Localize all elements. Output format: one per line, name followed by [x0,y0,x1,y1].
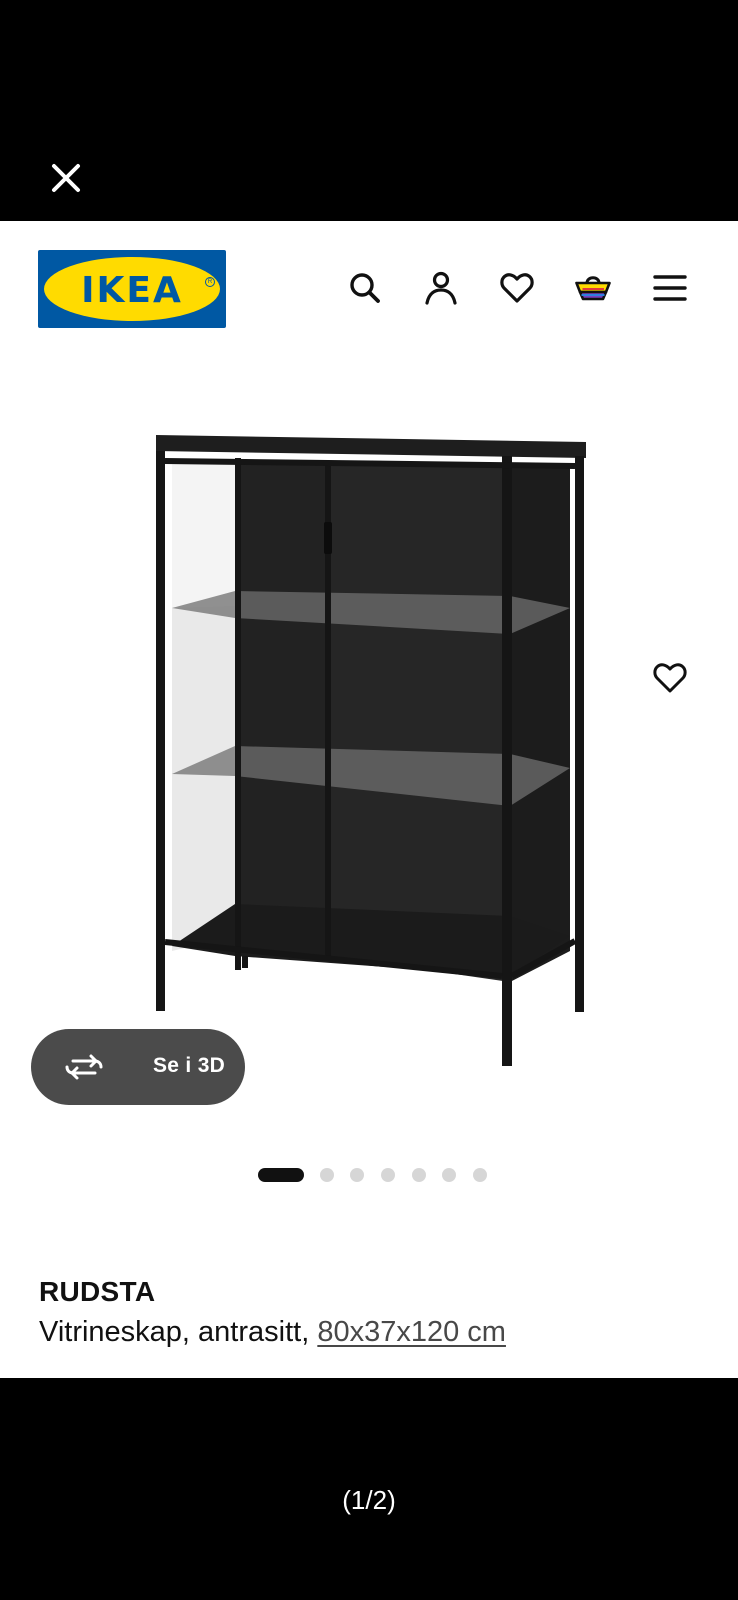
gallery-dot-6[interactable] [442,1168,456,1182]
product-name: RUDSTA [39,1276,156,1307]
basket-button[interactable] [573,268,613,308]
view-in-3d-label: Se i 3D [153,1054,226,1077]
menu-icon [653,275,687,301]
product-description: Vitrineskap, antrasitt, 80x37x120 cm [39,1316,506,1349]
account-button[interactable] [421,268,461,308]
product-image [156,435,586,1066]
search-icon [350,273,380,303]
search-button[interactable] [345,268,385,308]
gallery-dot-7[interactable] [473,1168,487,1182]
product-size-link[interactable]: 80x37x120 cm [317,1316,506,1348]
heart-icon [500,273,534,303]
account-icon [425,271,457,305]
gallery-pagination [0,1168,738,1182]
product-page: IKEA R Se i 3D RUDSTA Vitrineskap, antra… [0,221,738,1378]
image-counter: (1/2) [342,1485,396,1515]
product-type-label: Vitrineskap, antrasitt, [39,1316,310,1348]
gallery-dot-1[interactable] [258,1168,304,1182]
gallery-dot-2[interactable] [320,1168,334,1182]
gallery-dot-3[interactable] [350,1168,364,1182]
close-button[interactable] [46,158,86,198]
gallery-dot-4[interactable] [381,1168,395,1182]
view-in-3d-button[interactable]: Se i 3D [31,1029,245,1105]
product-favourite-button[interactable] [650,658,690,698]
gallery-dot-5[interactable] [412,1168,426,1182]
logo-text: IKEA [81,270,183,311]
heart-icon [653,663,687,693]
menu-button[interactable] [650,268,690,308]
close-icon [52,164,80,192]
favourites-button[interactable] [497,268,537,308]
site-header: IKEA R [0,221,738,341]
rotate-3d-icon [65,1054,103,1080]
basket-icon [575,276,611,301]
ikea-logo[interactable]: IKEA R [38,250,226,328]
viewer-top-bar [0,0,738,221]
